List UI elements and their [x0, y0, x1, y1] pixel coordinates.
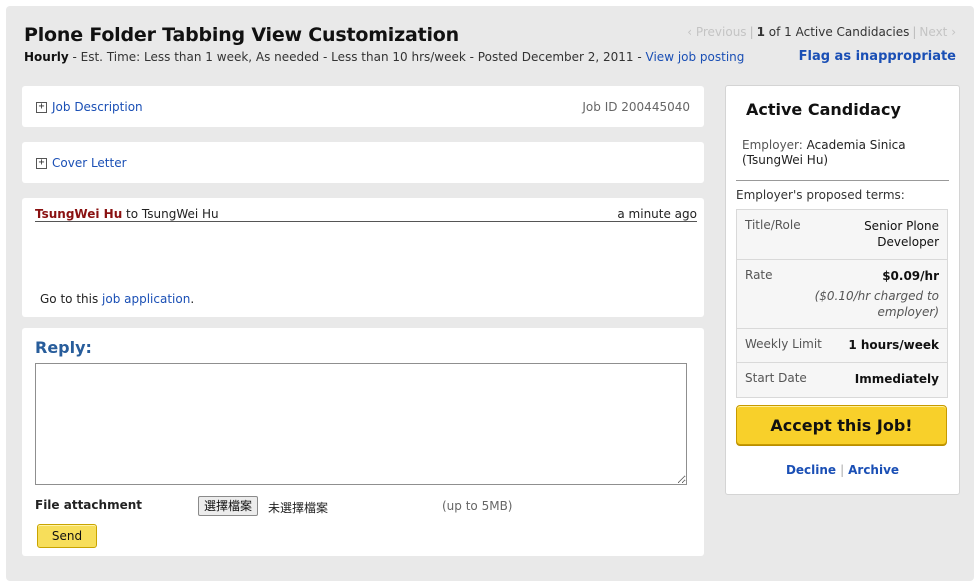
- footer-prefix: Go to this: [40, 292, 103, 306]
- send-button[interactable]: Send: [37, 524, 97, 548]
- accept-job-button[interactable]: Accept this Job!: [736, 405, 947, 445]
- message-panel: TsungWei Hu to TsungWei Hu a minute ago …: [22, 198, 704, 317]
- term-key: Start Date: [745, 371, 807, 385]
- job-type: Hourly: [24, 50, 69, 64]
- pager-separator: |: [749, 25, 754, 39]
- page-container: Plone Folder Tabbing View Customization …: [6, 6, 974, 581]
- expand-icon: +: [36, 157, 47, 169]
- term-value-group: $0.09/hr ($0.10/hr charged to employer): [799, 268, 939, 320]
- sidebar-actions: Decline | Archive: [726, 463, 959, 477]
- no-file-chosen: 未選擇檔案: [268, 501, 329, 515]
- archive-link[interactable]: Archive: [848, 463, 899, 477]
- job-application-link[interactable]: job application: [102, 292, 190, 306]
- job-description-panel: + Job Description Job ID 200445040: [22, 86, 704, 127]
- link-separator: |: [840, 463, 845, 477]
- term-value: Immediately: [854, 372, 939, 386]
- job-description-toggle[interactable]: + Job Description: [36, 100, 143, 114]
- cover-letter-label: Cover Letter: [52, 156, 127, 170]
- choose-file-button[interactable]: 選擇檔案: [198, 496, 259, 516]
- file-size-limit: (up to 5MB): [442, 499, 513, 513]
- term-value: 1 hours/week: [848, 338, 939, 352]
- message-header: TsungWei Hu to TsungWei Hu a minute ago: [35, 207, 697, 222]
- pager-summary: of 1 Active Candidacies: [764, 25, 910, 39]
- reply-title: Reply:: [35, 338, 92, 357]
- term-key: Rate: [745, 268, 773, 282]
- file-attachment-label: File attachment: [35, 498, 142, 512]
- message-recipient: to TsungWei Hu: [122, 207, 219, 221]
- candidacy-pager: ‹ Previous | 1 of 1 Active Candidacies | Nex…: [687, 25, 956, 39]
- terms-header: Employer's proposed terms:: [736, 188, 905, 202]
- cover-letter-toggle[interactable]: + Cover Letter: [36, 156, 127, 170]
- term-value: Senior Plone Developer: [864, 219, 939, 249]
- expand-icon: +: [36, 101, 47, 113]
- job-details: - Est. Time: Less than 1 week, As needed…: [68, 50, 646, 64]
- next-link[interactable]: Next ›: [919, 25, 956, 39]
- message-time: a minute ago: [617, 207, 697, 221]
- job-meta: Hourly - Est. Time: Less than 1 week, As…: [24, 50, 744, 64]
- footer-suffix: .: [190, 292, 195, 306]
- employer-info: Employer: Academia Sinica (TsungWei Hu): [742, 138, 942, 168]
- message-sender: TsungWei Hu: [35, 207, 123, 221]
- previous-link[interactable]: ‹ Previous: [687, 25, 746, 39]
- term-key: Title/Role: [745, 218, 801, 232]
- term-row: Start Date Immediately: [737, 363, 947, 397]
- reply-panel: Reply: File attachment 選擇檔案 未選擇檔案 (up to…: [22, 328, 704, 556]
- employer-label: Employer:: [742, 138, 803, 152]
- term-row: Title/Role Senior Plone Developer: [737, 210, 947, 260]
- flag-inappropriate-link[interactable]: Flag as inappropriate: [799, 49, 956, 64]
- pager-current: 1: [756, 25, 765, 39]
- view-job-posting-link[interactable]: View job posting: [646, 50, 745, 64]
- term-key: Weekly Limit: [745, 337, 822, 351]
- divider: [736, 180, 949, 181]
- pager-separator: |: [912, 25, 917, 39]
- decline-link[interactable]: Decline: [786, 463, 836, 477]
- sidebar-title: Active Candidacy: [746, 100, 901, 119]
- job-description-label: Job Description: [52, 100, 143, 114]
- cover-letter-panel: + Cover Letter: [22, 142, 704, 183]
- term-row: Rate $0.09/hr ($0.10/hr charged to emplo…: [737, 260, 947, 329]
- term-value: $0.09/hr: [882, 269, 939, 283]
- message-footer: Go to this job application.: [40, 292, 194, 306]
- reply-textarea[interactable]: [35, 363, 687, 485]
- active-candidacy-sidebar: Active Candidacy Employer: Academia Sini…: [725, 85, 960, 495]
- job-id: Job ID 200445040: [582, 100, 690, 114]
- term-row: Weekly Limit 1 hours/week: [737, 329, 947, 363]
- term-note: ($0.10/hr charged to employer): [814, 289, 939, 319]
- job-title: Plone Folder Tabbing View Customization: [24, 24, 459, 46]
- terms-table: Title/Role Senior Plone Developer Rate $…: [736, 209, 948, 398]
